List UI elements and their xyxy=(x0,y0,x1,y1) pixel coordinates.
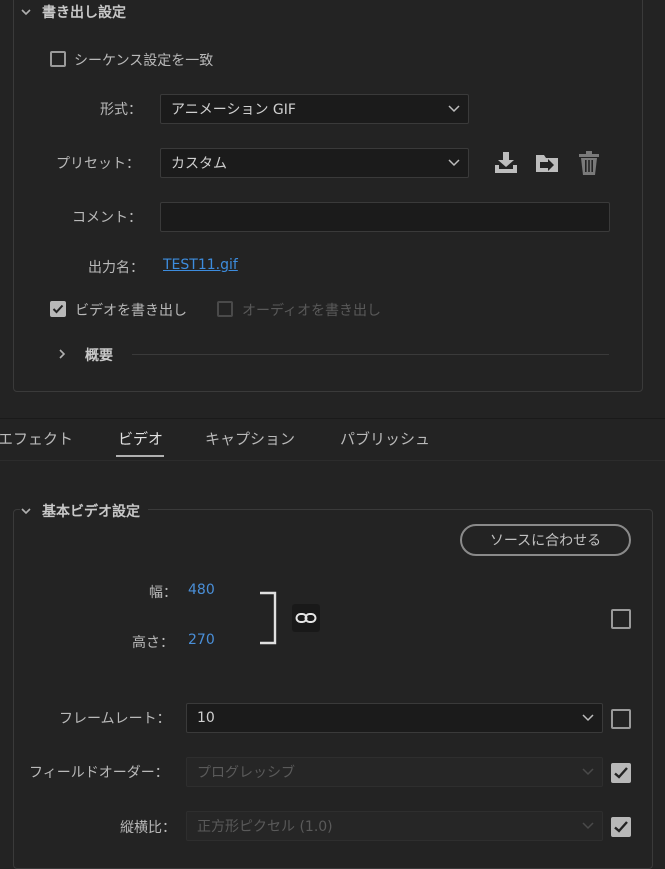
tab-effects[interactable]: エフェクト xyxy=(0,428,73,449)
save-preset-button[interactable] xyxy=(492,150,520,176)
tab-captions[interactable]: キャプション xyxy=(205,428,295,449)
field-order-label: フィールドオーダー： xyxy=(29,765,169,781)
output-name-link[interactable]: TEST11.gif xyxy=(163,257,238,273)
preset-select[interactable]: カスタム xyxy=(160,148,469,178)
folder-import-icon xyxy=(536,155,558,172)
summary-label[interactable]: 概要 xyxy=(85,345,113,365)
match-sequence-label: シーケンス設定を一致 xyxy=(74,53,214,69)
link-dimensions-button[interactable] xyxy=(292,604,320,632)
preset-label: プリセット： xyxy=(56,156,140,172)
frame-rate-select[interactable]: 10 xyxy=(186,703,603,733)
export-settings-title: 書き出し設定 xyxy=(42,5,126,21)
height-value[interactable]: 270 xyxy=(188,632,215,648)
import-preset-button[interactable] xyxy=(534,150,562,176)
comment-label: コメント： xyxy=(72,210,142,226)
field-order-override-checkbox[interactable] xyxy=(611,763,631,783)
download-icon xyxy=(495,152,517,173)
field-order-select[interactable]: プログレッシブ xyxy=(186,757,603,787)
chevron-down-icon xyxy=(448,105,460,113)
width-label: 幅： xyxy=(149,585,177,601)
frame-rate-override-checkbox[interactable] xyxy=(611,709,631,729)
checkmark-icon xyxy=(52,304,64,314)
export-video-label: ビデオを書き出し xyxy=(75,303,187,319)
chevron-right-icon[interactable] xyxy=(56,348,68,360)
chevron-down-icon xyxy=(21,9,31,16)
tab-publish[interactable]: パブリッシュ xyxy=(340,428,430,449)
comment-input[interactable] xyxy=(160,202,610,232)
basic-video-header[interactable]: 基本ビデオ設定 xyxy=(20,501,148,521)
frame-rate-label: フレームレート： xyxy=(59,711,171,727)
format-label: 形式： xyxy=(100,102,142,118)
export-settings-header[interactable]: 書き出し設定 xyxy=(20,2,134,22)
chevron-down-icon xyxy=(582,822,594,830)
preset-value: カスタム xyxy=(171,156,227,172)
field-order-value: プログレッシブ xyxy=(197,765,295,781)
chevron-down-icon xyxy=(21,508,31,515)
chevron-down-icon xyxy=(448,159,460,167)
export-audio-label: オーディオを書き出し xyxy=(242,303,382,319)
chain-link-icon xyxy=(295,613,317,623)
basic-video-title: 基本ビデオ設定 xyxy=(42,504,140,520)
size-override-checkbox[interactable] xyxy=(611,609,631,629)
chevron-down-icon xyxy=(582,768,594,776)
match-source-button[interactable]: ソースに合わせる xyxy=(460,524,631,556)
aspect-value: 正方形ピクセル (1.0) xyxy=(197,819,333,835)
aspect-select[interactable]: 正方形ピクセル (1.0) xyxy=(186,811,603,841)
format-value: アニメーション GIF xyxy=(171,102,296,118)
tab-video[interactable]: ビデオ xyxy=(118,428,163,449)
delete-preset-button[interactable] xyxy=(576,150,602,176)
dimension-bracket xyxy=(260,591,277,645)
aspect-override-checkbox[interactable] xyxy=(611,817,631,837)
aspect-label: 縦横比： xyxy=(120,820,176,836)
export-video-checkbox[interactable] xyxy=(50,301,66,317)
format-select[interactable]: アニメーション GIF xyxy=(160,94,469,124)
tabs-bottom-border xyxy=(0,460,665,461)
active-tab-indicator xyxy=(116,455,164,457)
tabs-top-border xyxy=(0,418,665,419)
checkmark-icon xyxy=(614,767,628,779)
checkmark-icon xyxy=(614,821,628,833)
match-sequence-checkbox[interactable] xyxy=(50,51,66,67)
chevron-down-icon xyxy=(582,714,594,722)
width-value[interactable]: 480 xyxy=(188,582,215,598)
frame-rate-value: 10 xyxy=(197,710,215,726)
summary-divider xyxy=(132,354,609,355)
height-label: 高さ： xyxy=(132,635,174,651)
output-name-label: 出力名： xyxy=(88,260,144,276)
export-audio-checkbox[interactable] xyxy=(217,301,233,317)
trash-icon xyxy=(579,151,599,175)
